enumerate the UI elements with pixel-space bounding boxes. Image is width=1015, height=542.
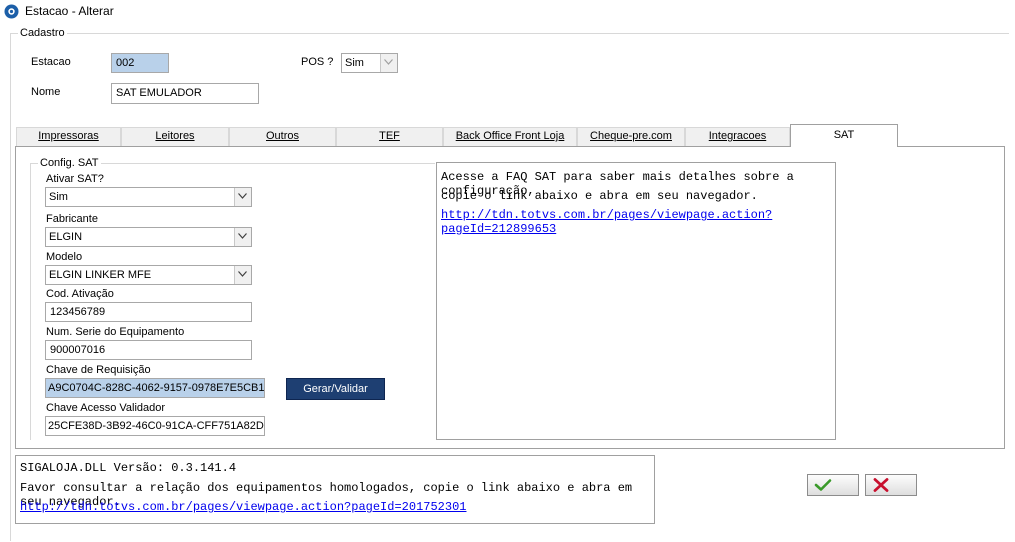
chevron-down-icon[interactable]: [380, 54, 397, 72]
faq-info-box: Acesse a FAQ SAT para saber mais detalhe…: [436, 162, 836, 440]
ativar-sat-select[interactable]: Sim: [45, 187, 252, 207]
faq-link[interactable]: http://tdn.totvs.com.br/pages/viewpage.a…: [441, 208, 835, 236]
window-title: Estacao - Alterar: [25, 4, 114, 18]
confirm-button[interactable]: [807, 474, 859, 496]
cod-ativacao-label: Cod. Ativação: [46, 288, 114, 300]
modelo-label: Modelo: [46, 251, 83, 263]
dll-version-text: SIGALOJA.DLL Versão: 0.3.141.4: [20, 461, 237, 475]
fabricante-value: ELGIN: [49, 231, 83, 243]
chave-requisicao-label: Chave de Requisição: [46, 364, 151, 376]
pos-select-value: Sim: [345, 57, 364, 69]
homologados-link[interactable]: http://tdn.totvs.com.br/pages/viewpage.a…: [20, 500, 466, 514]
cadastro-group-label: Cadastro: [18, 27, 67, 39]
fabricante-label: Fabricante: [46, 213, 98, 225]
ativar-sat-label: Ativar SAT?: [46, 173, 104, 185]
cancel-button[interactable]: [865, 474, 917, 496]
nome-field[interactable]: SAT EMULADOR: [111, 83, 259, 104]
tab-cheque-pre[interactable]: Cheque-pre.com: [577, 127, 685, 146]
ativar-sat-value: Sim: [49, 191, 68, 203]
close-icon: [873, 478, 889, 492]
num-serie-label: Num. Serie do Equipamento: [46, 326, 185, 338]
chave-acesso-field[interactable]: 25CFE38D-3B92-46C0-91CA-CFF751A82D3: [45, 416, 265, 436]
tab-tef[interactable]: TEF: [336, 127, 443, 146]
num-serie-field[interactable]: 900007016: [45, 340, 252, 360]
modelo-select[interactable]: ELGIN LINKER MFE: [45, 265, 252, 285]
pos-label: POS ?: [301, 56, 334, 68]
gerar-validar-button[interactable]: Gerar/Validar: [286, 378, 385, 400]
fabricante-select[interactable]: ELGIN: [45, 227, 252, 247]
pos-select[interactable]: Sim: [341, 53, 398, 73]
chave-acesso-label: Chave Acesso Validador: [46, 402, 166, 414]
tab-impressoras[interactable]: Impressoras: [16, 127, 121, 146]
tab-integracoes[interactable]: Integracoes: [685, 127, 790, 146]
chave-requisicao-field[interactable]: A9C0704C-828C-4062-9157-0978E7E5CB10: [45, 378, 265, 398]
chevron-down-icon[interactable]: [234, 266, 251, 284]
config-sat-group-label: Config. SAT: [38, 157, 101, 169]
check-icon: [814, 479, 832, 491]
estacao-label: Estacao: [31, 56, 71, 68]
title-bar: Estacao - Alterar: [0, 0, 1015, 24]
app-icon: [4, 4, 19, 19]
estacao-field[interactable]: 002: [111, 53, 169, 73]
tab-back-office[interactable]: Back Office Front Loja: [443, 127, 577, 146]
dll-info-box: SIGALOJA.DLL Versão: 0.3.141.4 Favor con…: [15, 455, 655, 524]
tab-leitores[interactable]: Leitores: [121, 127, 229, 146]
faq-info-line2: copie o link abaixo e abra em seu navega…: [441, 189, 758, 203]
modelo-value: ELGIN LINKER MFE: [49, 269, 152, 281]
tab-sat[interactable]: SAT: [790, 124, 898, 147]
tab-outros[interactable]: Outros: [229, 127, 336, 146]
chevron-down-icon[interactable]: [234, 188, 251, 206]
chevron-down-icon[interactable]: [234, 228, 251, 246]
nome-label: Nome: [31, 86, 61, 98]
cod-ativacao-field[interactable]: 123456789: [45, 302, 252, 322]
